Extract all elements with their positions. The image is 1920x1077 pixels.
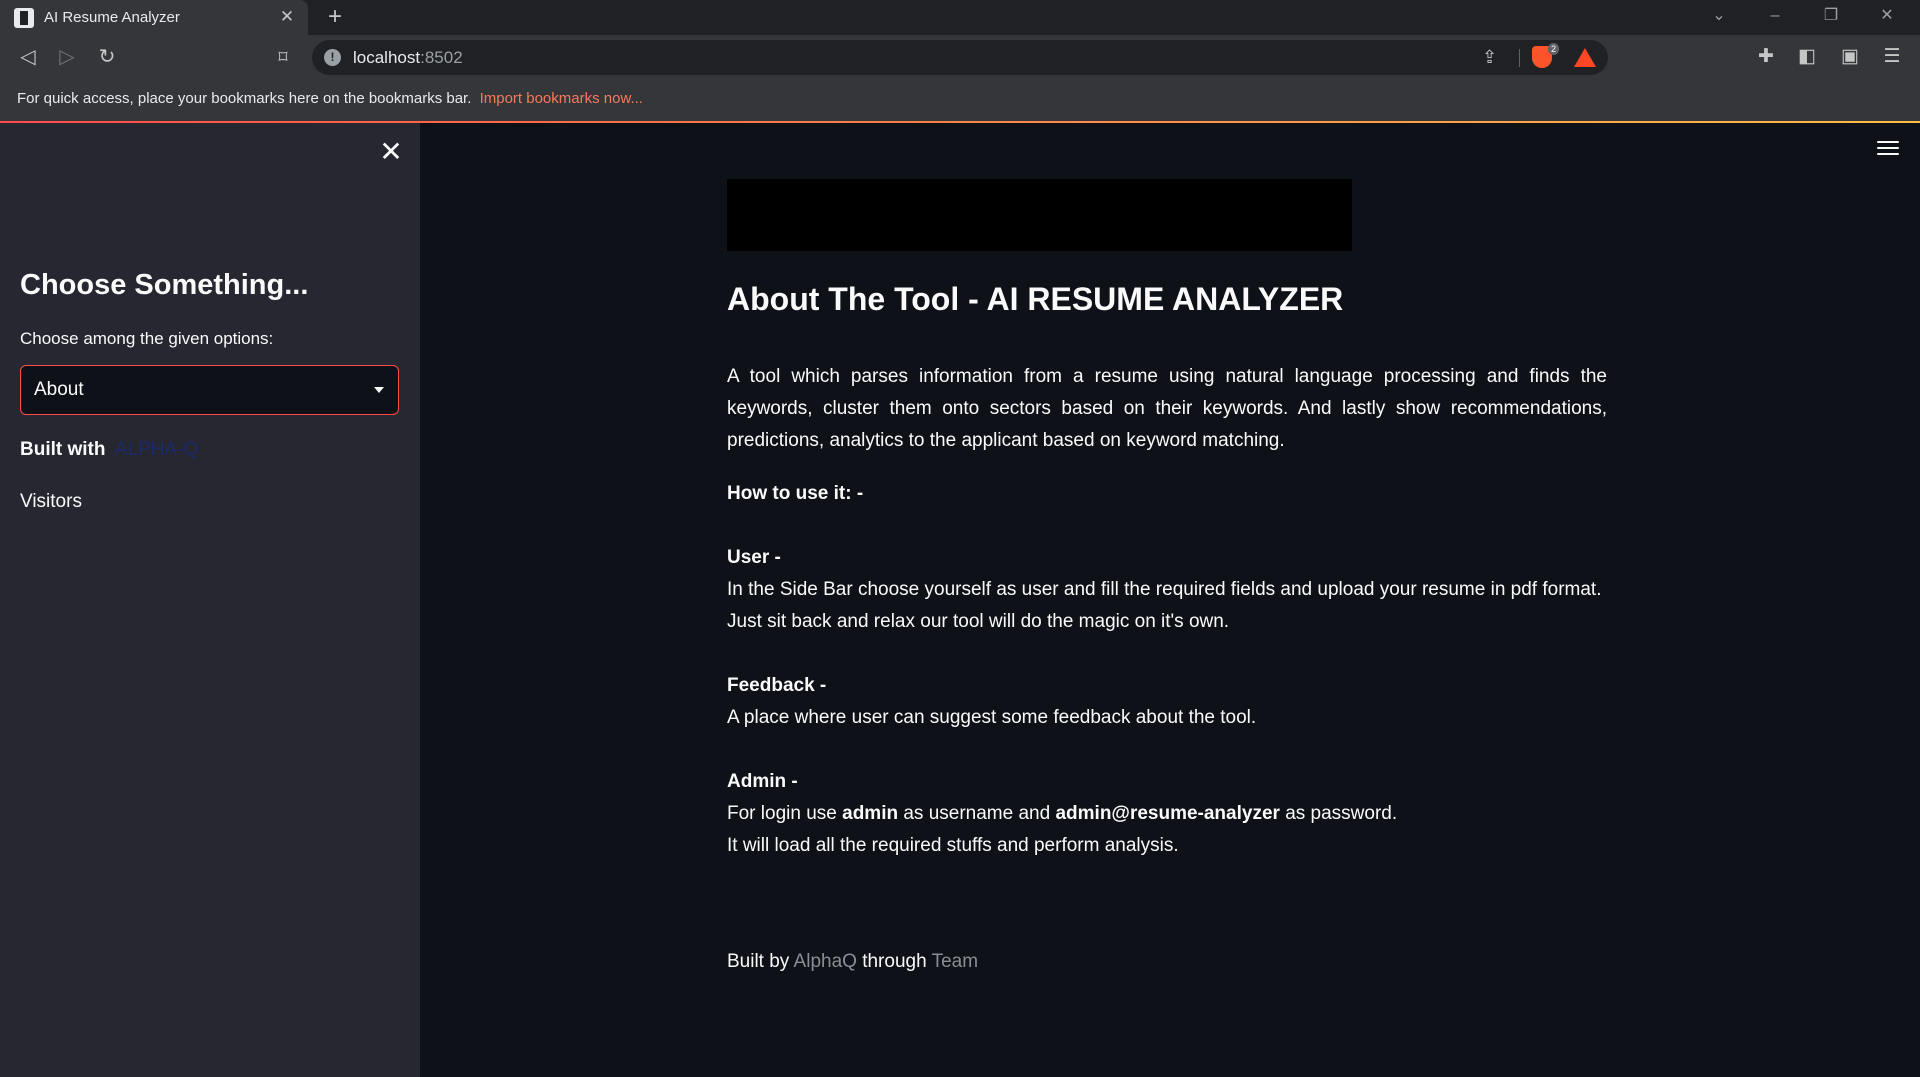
feedback-heading: Feedback -	[727, 675, 827, 696]
select-value: About	[34, 379, 84, 400]
user-heading: User -	[727, 547, 781, 568]
tab-bar: AI Resume Analyzer ✕ + ⌄ – ❐ ✕	[0, 0, 1920, 35]
admin-password: admin@resume-analyzer	[1055, 803, 1280, 824]
bookmarks-bar: For quick access, place your bookmarks h…	[0, 80, 1920, 122]
bookmarks-hint: For quick access, place your bookmarks h…	[17, 90, 643, 107]
bookmark-icon[interactable]: ⌑	[267, 41, 299, 73]
tab-title: AI Resume Analyzer	[44, 9, 180, 26]
user-line-1: In the Side Bar choose yourself as user …	[727, 579, 1602, 600]
admin-username: admin	[842, 803, 899, 824]
back-icon[interactable]: ◁	[12, 41, 44, 73]
team-link[interactable]: Team	[932, 951, 978, 972]
banner-image	[727, 179, 1352, 251]
forward-icon[interactable]: ▷	[51, 41, 83, 73]
tab-close-icon[interactable]: ✕	[276, 6, 298, 28]
admin-line-2: It will load all the required stuffs and…	[727, 835, 1179, 856]
page-title: About The Tool - AI RESUME ANALYZER	[727, 281, 1344, 317]
caret-down-icon	[374, 387, 384, 393]
extensions-icon[interactable]: ✚	[1752, 43, 1780, 71]
minimize-button[interactable]: –	[1753, 0, 1797, 32]
admin-line-1: For login use admin as username and admi…	[727, 803, 1398, 824]
visitors-label: Visitors	[20, 491, 82, 512]
select-label: Choose among the given options:	[20, 329, 274, 348]
browser-toolbar: ◁ ▷ ↻ ⌑ ! localhost:8502 ⇪ 2 ✚ ◧ ▣ ☰	[0, 35, 1920, 80]
options-select[interactable]: About	[20, 365, 399, 415]
shield-count-badge: 2	[1548, 43, 1560, 55]
close-sidebar-icon[interactable]: ✕	[376, 137, 406, 167]
close-window-button[interactable]: ✕	[1865, 0, 1909, 32]
url-text[interactable]: localhost:8502	[353, 48, 463, 68]
info-icon[interactable]: !	[324, 49, 341, 66]
browser-tab[interactable]: AI Resume Analyzer ✕	[0, 0, 308, 35]
app-menu-icon[interactable]	[1877, 141, 1899, 159]
user-line-2: Just sit back and relax our tool will do…	[727, 611, 1230, 632]
share-icon[interactable]: ⇪	[1482, 47, 1497, 68]
reload-icon[interactable]: ↻	[91, 41, 123, 73]
footer-credits: Built by AlphaQ through Team	[727, 951, 979, 972]
import-bookmarks-link[interactable]: Import bookmarks now...	[480, 90, 643, 107]
new-tab-button[interactable]: +	[320, 2, 350, 32]
divider	[1519, 49, 1520, 67]
author-link[interactable]: AlphaQ	[794, 951, 857, 972]
admin-heading: Admin -	[727, 771, 798, 792]
menu-icon[interactable]: ☰	[1878, 43, 1906, 71]
sidebar-heading: Choose Something...	[20, 269, 309, 301]
wallet-icon[interactable]: ▣	[1836, 43, 1864, 71]
brave-rewards-icon[interactable]	[1574, 48, 1596, 67]
favicon-icon	[14, 7, 34, 28]
built-with: Built with ALPHA-Q	[20, 439, 198, 461]
built-with-label: Built with	[20, 439, 106, 460]
bookmarks-hint-text: For quick access, place your bookmarks h…	[17, 90, 472, 107]
feedback-line: A place where user can suggest some feed…	[727, 707, 1257, 728]
address-bar[interactable]: ! localhost:8502 ⇪ 2	[312, 40, 1608, 75]
alpha-q-link[interactable]: ALPHA-Q	[115, 439, 198, 460]
intro-paragraph: A tool which parses information from a r…	[727, 366, 1607, 451]
how-to-heading: How to use it: -	[727, 483, 864, 504]
tab-search-icon[interactable]: ⌄	[1697, 0, 1741, 32]
sidebar: ✕ Choose Something... Choose among the g…	[0, 123, 420, 1077]
restore-button[interactable]: ❐	[1809, 0, 1853, 32]
sidebar-icon[interactable]: ◧	[1793, 43, 1821, 71]
